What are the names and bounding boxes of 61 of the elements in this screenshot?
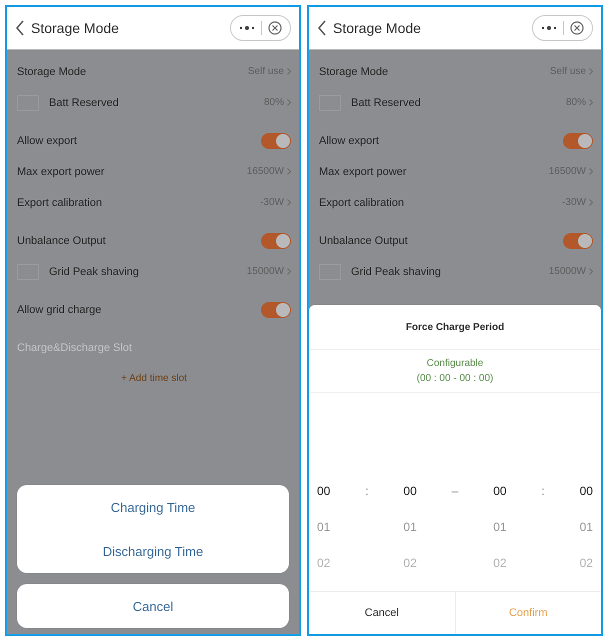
chevron-icon (287, 268, 291, 275)
separator: : (541, 483, 545, 500)
wheel-number[interactable]: 02 (580, 545, 593, 581)
chevron-icon (287, 68, 291, 75)
chevron-icon (589, 268, 593, 275)
sheet-option[interactable]: Charging Time (17, 485, 289, 529)
sheet-option[interactable]: Discharging Time (17, 529, 289, 573)
wheel-number[interactable]: 00 (317, 473, 330, 509)
setting-label: Storage Mode (319, 66, 390, 78)
close-icon[interactable] (268, 21, 282, 35)
close-icon[interactable] (570, 21, 584, 35)
wheel-number[interactable]: 01 (403, 509, 417, 545)
setting-label: Allow export (17, 134, 78, 146)
separator: – (452, 483, 458, 500)
chevron-icon (287, 199, 291, 206)
time-range: (00 : 00 - 00 : 00) (416, 372, 494, 386)
cancel-button[interactable]: Cancel (17, 584, 289, 628)
wheel-number[interactable]: 01 (580, 509, 593, 545)
setting-label: Unbalance Output (319, 234, 409, 246)
chevron-icon (589, 168, 593, 175)
setting-label: Unbalance Output (17, 234, 107, 246)
chevron-icon (589, 199, 593, 206)
setting-label: Allow export (319, 134, 380, 146)
chevron-icon (589, 99, 593, 106)
mode-label: Configurable (426, 357, 484, 371)
setting-label: Batt Reserved (351, 96, 422, 108)
back-icon[interactable] (317, 20, 327, 36)
setting-label: Storage Mode (17, 66, 88, 78)
wheel-number[interactable]: 00 (493, 473, 507, 509)
wheel-number[interactable]: 00 (403, 473, 417, 509)
wheel-number[interactable]: 01 (493, 509, 507, 545)
wheel-number[interactable]: 01 (317, 509, 330, 545)
setting-label: Batt Reserved (49, 96, 120, 108)
page-title: Storage Mode (31, 20, 120, 36)
setting-label: Grid Peak shaving (351, 266, 442, 278)
separator: : (365, 483, 369, 500)
setting-label: Grid Peak shaving (49, 266, 140, 278)
setting-label: Export calibration (319, 196, 405, 208)
toggle-switch[interactable] (563, 132, 593, 148)
page-title: Storage Mode (333, 20, 422, 36)
chevron-icon (287, 168, 291, 175)
back-icon[interactable] (15, 20, 25, 36)
sheet-title: Force Charge Period (406, 322, 504, 332)
setting-label: Max export power (17, 166, 106, 178)
chevron-icon (287, 99, 291, 106)
more-icon[interactable] (541, 25, 557, 31)
section-heading: Charge&Discharge Slot (17, 342, 132, 354)
add-time-slot-link[interactable]: + Add time slot (121, 373, 187, 384)
more-icon[interactable] (239, 25, 255, 31)
wheel-number[interactable]: 02 (403, 545, 417, 581)
toggle-switch[interactable] (261, 132, 291, 148)
toggle-switch[interactable] (261, 232, 291, 248)
toggle-switch[interactable] (563, 232, 593, 248)
setting-label: Export calibration (17, 196, 103, 208)
wheel-number[interactable]: 02 (317, 545, 330, 581)
setting-label: Allow grid charge (17, 304, 102, 316)
toggle-switch[interactable] (261, 302, 291, 318)
wheel-number[interactable]: 02 (493, 545, 507, 581)
chevron-icon (589, 68, 593, 75)
wheel-number[interactable]: 00 (580, 473, 593, 509)
setting-label: Max export power (319, 166, 408, 178)
